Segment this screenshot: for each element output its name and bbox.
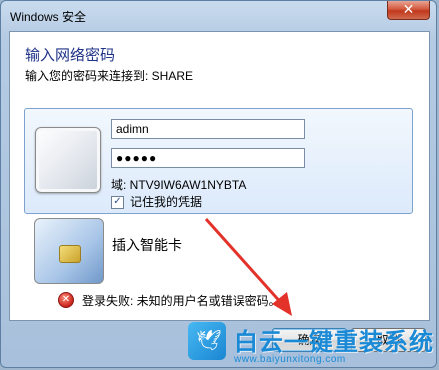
error-icon: ✕ [58, 292, 74, 308]
remember-checkbox[interactable]: ✓ [111, 196, 124, 210]
dialog-subheading: 输入您的密码来连接到: SHARE [25, 69, 194, 83]
watermark-title: 白云一键重装系统 [234, 329, 434, 356]
password-field[interactable]: ●●●●● [111, 148, 305, 168]
remember-credentials[interactable]: ✓ 记住我的凭据 [111, 193, 202, 210]
window-title: Windows 安全 [10, 10, 87, 24]
watermark-url: www.baiyunxitong.com [234, 354, 346, 365]
remember-label: 记住我的凭据 [130, 195, 203, 209]
dialog-content: 输入网络密码 输入您的密码来连接到: SHARE adimn ●●●●● 域: … [9, 31, 430, 321]
dialog-heading: 输入网络密码 [25, 47, 116, 64]
security-dialog: Windows 安全 ✕ 输入网络密码 输入您的密码来连接到: SHARE ad… [0, 0, 437, 368]
username-field[interactable]: adimn [111, 119, 305, 139]
title-bar[interactable]: Windows 安全 ✕ [1, 1, 436, 31]
twitter-bird-logo-icon: 🕊 [188, 322, 226, 360]
smartcard-label[interactable]: 插入智能卡 [112, 235, 182, 255]
close-button[interactable]: ✕ [387, 1, 430, 20]
watermark: 🕊 白云一键重装系统 www.baiyunxitong.com [188, 318, 439, 370]
user-avatar-icon [35, 127, 101, 193]
smartcard-icon[interactable] [34, 218, 104, 284]
smartcard-chip-icon [59, 245, 81, 263]
error-message: 登录失败: 未知的用户名或错误密码。 [82, 294, 281, 308]
credential-tile[interactable]: adimn ●●●●● 域: NTV9IW6AW1NYBTA ✓ 记住我的凭据 [24, 108, 413, 214]
domain-label: 域: NTV9IW6AW1NYBTA [111, 178, 247, 192]
